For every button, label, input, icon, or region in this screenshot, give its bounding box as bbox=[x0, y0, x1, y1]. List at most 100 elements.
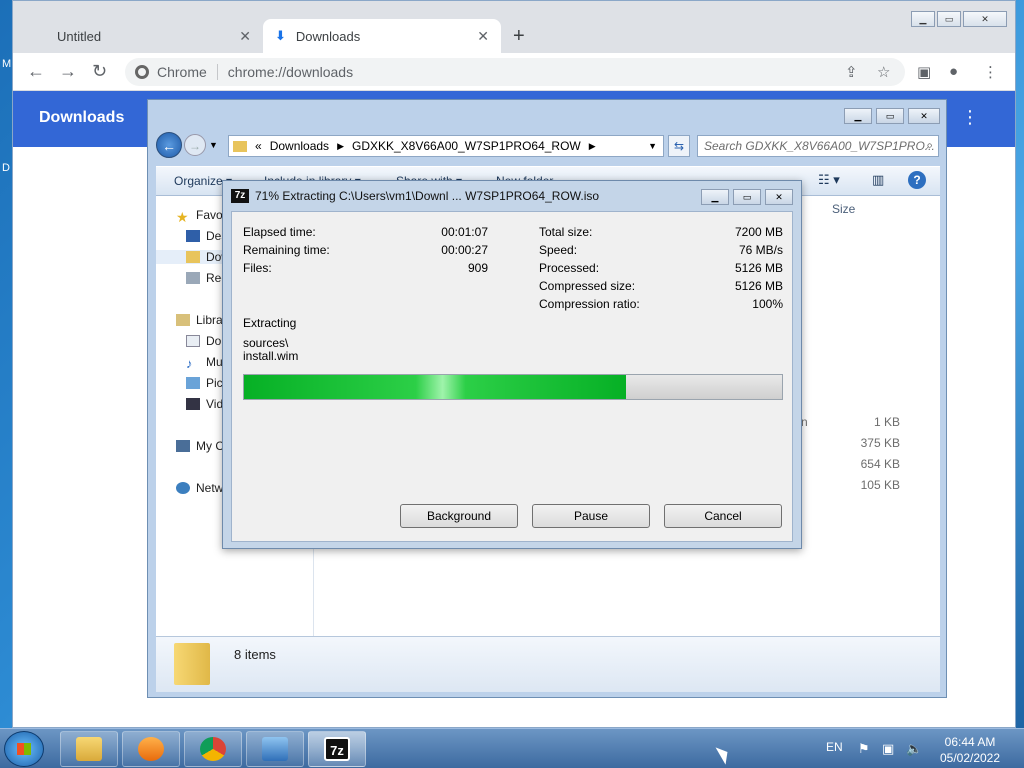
progress-fill bbox=[244, 375, 626, 399]
address-bar[interactable]: Chrome chrome://downloads bbox=[125, 58, 905, 86]
profile-icon[interactable]: ● bbox=[949, 63, 958, 80]
file-name[interactable]: n bbox=[801, 415, 808, 429]
more-icon[interactable]: ⋮ bbox=[961, 107, 979, 128]
view-icon[interactable]: ☷ ▾ bbox=[818, 172, 840, 188]
file-size: 105 KB bbox=[860, 478, 900, 492]
tab-downloads[interactable]: ⬇ Downloads ✕ bbox=[263, 19, 501, 53]
7zip-icon: 7z bbox=[324, 737, 350, 761]
star-icon: ★ bbox=[176, 209, 189, 225]
volume-icon[interactable]: 🔈 bbox=[906, 741, 922, 757]
close-window-button[interactable]: ✕ bbox=[908, 108, 940, 124]
download-icon: ⬇ bbox=[275, 28, 286, 43]
network-icon bbox=[176, 482, 190, 494]
media-player-icon bbox=[138, 737, 164, 761]
tab-untitled[interactable]: Untitled ✕ bbox=[13, 19, 263, 53]
chevron-down-icon[interactable]: ▼ bbox=[648, 141, 657, 151]
total-size-label: Total size: bbox=[539, 225, 593, 239]
preview-pane-icon[interactable]: ▥ bbox=[872, 172, 884, 188]
network-icon[interactable]: ▣ bbox=[882, 741, 894, 757]
refresh-button[interactable]: ⇆ bbox=[668, 135, 690, 157]
star-icon[interactable]: ☆ bbox=[877, 63, 890, 81]
nav-label: Vid bbox=[206, 397, 224, 411]
search-input[interactable]: Search GDXKK_X8V66A00_W7SP1PRO... ⌕ bbox=[697, 135, 939, 157]
clock-date: 05/02/2022 bbox=[939, 751, 1001, 765]
chevron-right-icon[interactable]: ▶ bbox=[589, 141, 596, 152]
minimize-button[interactable]: ▁ bbox=[844, 108, 872, 124]
minimize-button[interactable]: ▁ bbox=[911, 11, 935, 27]
back-button[interactable]: ← bbox=[156, 132, 182, 158]
maximize-button[interactable]: ▭ bbox=[876, 108, 904, 124]
close-window-button[interactable]: ✕ bbox=[765, 189, 793, 205]
search-placeholder: Search GDXKK_X8V66A00_W7SP1PRO... bbox=[704, 139, 935, 153]
taskbar-media-player[interactable] bbox=[122, 731, 180, 767]
column-header-size[interactable]: Size bbox=[832, 202, 855, 216]
pause-button[interactable]: Pause bbox=[532, 504, 650, 528]
new-tab-button[interactable]: + bbox=[513, 25, 525, 48]
desktop-icon-label: D bbox=[2, 162, 10, 174]
documents-icon bbox=[186, 335, 200, 347]
reload-icon[interactable]: ↻ bbox=[92, 61, 107, 82]
nav-libraries[interactable]: Libra bbox=[176, 313, 223, 327]
nav-pictures[interactable]: Pic bbox=[186, 376, 223, 390]
page-title: Downloads bbox=[39, 109, 125, 126]
libraries-icon bbox=[176, 314, 190, 326]
maximize-button[interactable]: ▭ bbox=[733, 189, 761, 205]
address-bar[interactable]: « Downloads ▶ GDXKK_X8V66A00_W7SP1PRO64_… bbox=[228, 135, 664, 157]
back-icon[interactable]: ← bbox=[27, 61, 45, 82]
close-window-button[interactable]: ✕ bbox=[963, 11, 1007, 27]
window-controls: ▁ ▭ ✕ bbox=[909, 11, 1007, 27]
history-dropdown-icon[interactable]: ▼ bbox=[209, 140, 218, 150]
breadcrumb-overflow[interactable]: « bbox=[255, 139, 262, 153]
computer-icon bbox=[176, 440, 190, 452]
menu-icon[interactable]: ⋮ bbox=[983, 63, 998, 81]
close-icon[interactable]: ✕ bbox=[477, 28, 489, 45]
action-center-icon[interactable]: ⚑ bbox=[858, 741, 870, 757]
files-value: 909 bbox=[467, 261, 488, 275]
nav-label: Mu bbox=[206, 355, 223, 369]
start-button[interactable] bbox=[4, 731, 44, 767]
recent-places-icon bbox=[186, 272, 200, 284]
breadcrumb-item[interactable]: GDXKK_X8V66A00_W7SP1PRO64_ROW bbox=[352, 139, 581, 153]
forward-icon[interactable]: → bbox=[59, 61, 77, 82]
operation-label: Extracting bbox=[243, 316, 297, 330]
nav-label: Libra bbox=[196, 313, 223, 327]
videos-icon bbox=[186, 398, 200, 410]
dialog-body: Elapsed time: 00:01:07 Remaining time: 0… bbox=[231, 211, 793, 542]
cancel-button[interactable]: Cancel bbox=[664, 504, 782, 528]
nav-music[interactable]: ♪ Mu bbox=[186, 355, 223, 371]
file-size: 654 KB bbox=[860, 457, 900, 471]
control-panel-icon bbox=[262, 737, 288, 761]
nav-documents[interactable]: Do bbox=[186, 334, 221, 348]
taskbar-7zip[interactable]: 7z bbox=[308, 731, 366, 767]
chevron-right-icon[interactable]: ▶ bbox=[337, 141, 344, 152]
taskbar-control-panel[interactable] bbox=[246, 731, 304, 767]
nav-computer[interactable]: My C bbox=[176, 439, 224, 453]
tab-label: Downloads bbox=[295, 28, 361, 44]
sidepanel-icon[interactable]: ▣ bbox=[917, 63, 931, 81]
chrome-icon bbox=[135, 65, 149, 79]
remaining-value: 00:00:27 bbox=[441, 243, 488, 257]
close-icon[interactable]: ✕ bbox=[239, 28, 251, 45]
breadcrumb-item[interactable]: Downloads bbox=[270, 139, 329, 153]
nav-videos[interactable]: Vid bbox=[186, 397, 223, 411]
share-icon[interactable]: ⇪ bbox=[845, 63, 858, 81]
clock[interactable]: 06:44 AM 05/02/2022 bbox=[938, 734, 1002, 766]
taskbar-explorer[interactable] bbox=[60, 731, 118, 767]
nav-favorites[interactable]: ★ Favo bbox=[176, 208, 223, 225]
file-size: 1 KB bbox=[873, 415, 900, 429]
background-button[interactable]: Background bbox=[400, 504, 518, 528]
item-count: 8 items bbox=[234, 647, 276, 662]
nav-network[interactable]: Netw bbox=[176, 481, 223, 495]
forward-button[interactable]: → bbox=[184, 134, 206, 156]
maximize-button[interactable]: ▭ bbox=[937, 11, 961, 27]
language-indicator[interactable]: EN bbox=[826, 740, 843, 754]
desktop-icon bbox=[186, 230, 200, 242]
taskbar-chrome[interactable] bbox=[184, 731, 242, 767]
nav-label: Pic bbox=[206, 376, 223, 390]
dialog-title: 7z 71% Extracting C:\Users\vm1\Downl ...… bbox=[231, 189, 599, 203]
help-icon[interactable]: ? bbox=[908, 171, 926, 189]
nav-label: Favo bbox=[196, 208, 223, 222]
minimize-button[interactable]: ▁ bbox=[701, 189, 729, 205]
progress-bar bbox=[243, 374, 783, 400]
url-text: chrome://downloads bbox=[227, 64, 354, 80]
